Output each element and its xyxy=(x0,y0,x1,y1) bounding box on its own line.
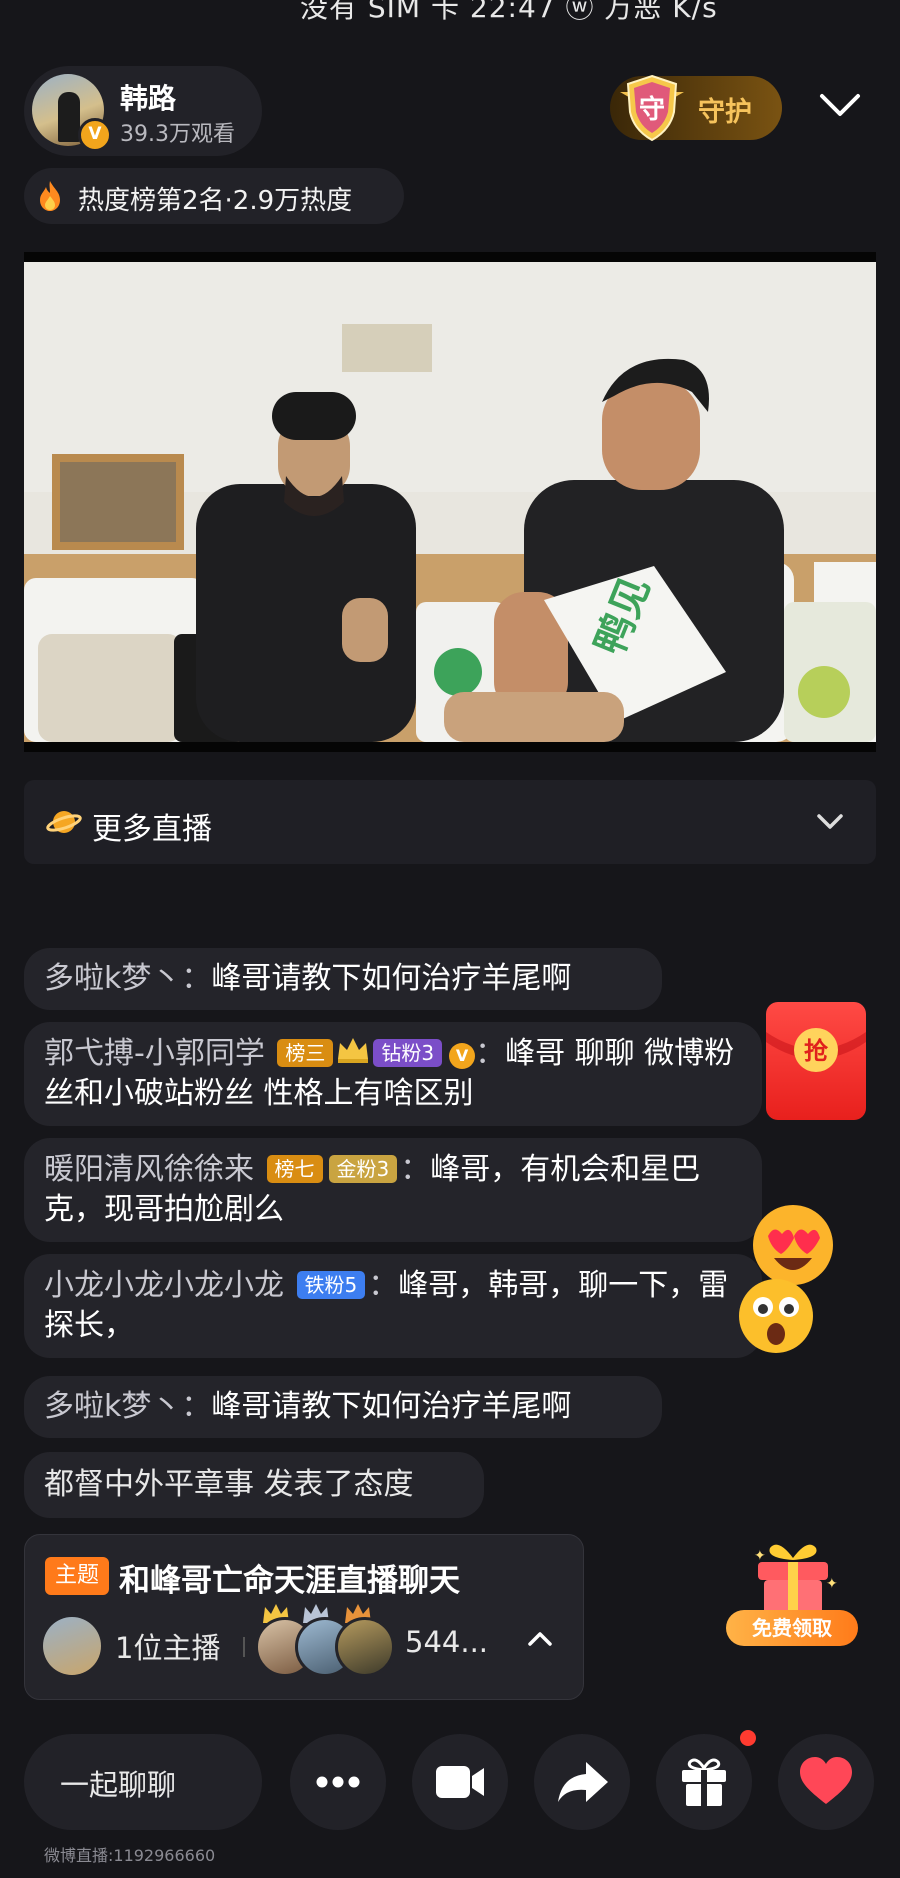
share-button[interactable] xyxy=(534,1734,630,1830)
fan-badge: 铁粉5 xyxy=(296,1271,366,1299)
guest-count[interactable]: 544... xyxy=(405,1625,488,1659)
rank-badge: 榜三 xyxy=(277,1039,334,1067)
video-scene: 鸭见 xyxy=(24,262,876,742)
chat-separator: ： xyxy=(181,1389,212,1424)
host-info[interactable]: V 韩路 39.3万观看 xyxy=(24,66,262,156)
chat-content: 峰哥请教下如何治疗羊尾啊 xyxy=(211,961,572,996)
heart-icon xyxy=(800,1757,852,1804)
status-bar: 没有 SIM 卡 22:47 ⓦ 万恶 K/s xyxy=(0,0,900,20)
chat-message[interactable]: 多啦k梦丶：峰哥请教下如何治疗羊尾啊 xyxy=(24,948,662,1010)
red-packet-label: 抢 xyxy=(804,1037,829,1065)
topic-title: 和峰哥亡命天涯直播聊天 xyxy=(119,1563,460,1599)
guest-avatar[interactable] xyxy=(335,1617,395,1677)
footer-watermark: 微博直播:1192966660 xyxy=(44,1846,216,1865)
system-message-text: 都督中外平章事 发表了态度 xyxy=(44,1467,414,1502)
share-arrow-icon xyxy=(558,1762,608,1802)
host-avatar[interactable] xyxy=(43,1617,101,1675)
chat-username[interactable]: 多啦k梦丶 xyxy=(44,961,181,996)
chat-message[interactable]: 多啦k梦丶：峰哥请教下如何治疗羊尾啊 xyxy=(24,1376,662,1438)
more-live-bar[interactable]: 更多直播 xyxy=(24,780,876,864)
gift-button[interactable] xyxy=(656,1734,752,1830)
rank-badge: 榜七 xyxy=(266,1155,323,1183)
guard-badge-char: 守 xyxy=(639,94,665,125)
chat-separator: ： xyxy=(181,961,212,996)
hosts-count[interactable]: 1位主播 xyxy=(115,1625,220,1667)
host-name: 韩路 xyxy=(120,82,177,115)
free-gift-promo[interactable]: ✦ ✦ 免费领取 xyxy=(724,1538,864,1656)
chat-separator: ： xyxy=(400,1152,431,1187)
chat-separator: ： xyxy=(368,1268,399,1303)
notification-dot xyxy=(740,1730,756,1746)
chat-message[interactable]: 小龙小龙小龙小龙 铁粉5 ：峰哥，韩哥，聊一下，雷探长， xyxy=(24,1254,762,1358)
fan-badge: 钻粉3 xyxy=(373,1039,443,1067)
surprised-emoji-icon xyxy=(739,1279,813,1353)
fan-badge: 金粉3 xyxy=(328,1155,398,1183)
guard-label: 守护 xyxy=(698,97,752,128)
chat-message[interactable]: 暖阳清风徐徐来 榜七 金粉3 ：峰哥，有机会和星巴克，现哥拍尬剧么 xyxy=(24,1138,762,1242)
video-call-button[interactable] xyxy=(412,1734,508,1830)
chat-username[interactable]: 多啦k梦丶 xyxy=(44,1389,181,1424)
chat-message-text: 郭弋搏-小郭同学 榜三 钻粉3 V ：峰哥 聊聊 微博粉丝和小破站粉丝 性格上有啥区别 xyxy=(44,1034,754,1114)
verified-icon: V xyxy=(78,118,112,152)
gift-icon xyxy=(682,1758,726,1806)
chat-input[interactable]: 一起聊聊 xyxy=(24,1734,262,1830)
like-button[interactable] xyxy=(778,1734,874,1830)
guard-shield-icon: 守 xyxy=(620,74,684,142)
video-frame[interactable]: 鸭见 xyxy=(24,262,876,742)
crown-icon xyxy=(338,1038,369,1063)
guard-button[interactable]: 守 守护 xyxy=(610,74,782,142)
system-message: 都督中外平章事 发表了态度 xyxy=(24,1452,484,1518)
chat-message-text: 暖阳清风徐徐来 榜七 金粉3 ：峰哥，有机会和星巴克，现哥拍尬剧么 xyxy=(44,1150,754,1230)
topic-tag: 主题 xyxy=(45,1557,110,1595)
video-camera-icon xyxy=(436,1766,484,1798)
chat-username[interactable]: 小龙小龙小龙小龙 xyxy=(44,1268,284,1303)
heat-text: 热度榜第2名·2.9万热度 xyxy=(78,186,353,216)
chat-message[interactable]: 郭弋搏-小郭同学 榜三 钻粉3 V ：峰哥 聊聊 微博粉丝和小破站粉丝 性格上有啥区别 xyxy=(24,1022,762,1126)
topic-card[interactable]: 主题 和峰哥亡命天涯直播聊天 1位主播 544... xyxy=(24,1534,584,1700)
heat-rank[interactable]: 热度榜第2名·2.9万热度 xyxy=(24,168,404,224)
chat-username[interactable]: 郭弋搏-小郭同学 xyxy=(44,1036,265,1071)
status-text: 没有 SIM 卡 22:47 ⓦ 万恶 K/s xyxy=(300,0,718,20)
svg-text:✦: ✦ xyxy=(826,1576,838,1592)
free-gift-label: 免费领取 xyxy=(726,1610,858,1646)
more-button[interactable] xyxy=(290,1734,386,1830)
chat-separator: ： xyxy=(475,1036,506,1071)
chevron-down-icon[interactable] xyxy=(816,86,864,126)
chat-message-text: 多啦k梦丶：峰哥请教下如何治疗羊尾啊 xyxy=(44,1387,571,1427)
fire-icon xyxy=(40,181,60,211)
viewer-count: 39.3万观看 xyxy=(120,122,235,147)
red-packet-button[interactable]: 抢 xyxy=(766,1002,866,1120)
chat-username[interactable]: 暖阳清风徐徐来 xyxy=(44,1152,254,1187)
live-video[interactable]: 鸭见 xyxy=(24,252,876,752)
more-dots-icon xyxy=(316,1776,360,1788)
chevron-down-icon[interactable] xyxy=(812,808,848,836)
chat-content: 峰哥请教下如何治疗羊尾啊 xyxy=(211,1389,572,1424)
svg-text:✦: ✦ xyxy=(754,1548,766,1564)
chat-message-text: 小龙小龙小龙小龙 铁粉5 ：峰哥，韩哥，聊一下，雷探长， xyxy=(44,1266,744,1346)
verified-icon: V xyxy=(449,1043,476,1069)
chevron-up-icon[interactable] xyxy=(525,1627,555,1651)
planet-icon xyxy=(46,811,82,833)
more-live-label: 更多直播 xyxy=(92,812,212,847)
divider xyxy=(243,1637,245,1657)
red-packet-icon: 抢 xyxy=(766,1028,866,1072)
chat-message-text: 多啦k梦丶：峰哥请教下如何治疗羊尾啊 xyxy=(44,959,571,999)
chat-input-placeholder: 一起聊聊 xyxy=(60,1768,177,1802)
